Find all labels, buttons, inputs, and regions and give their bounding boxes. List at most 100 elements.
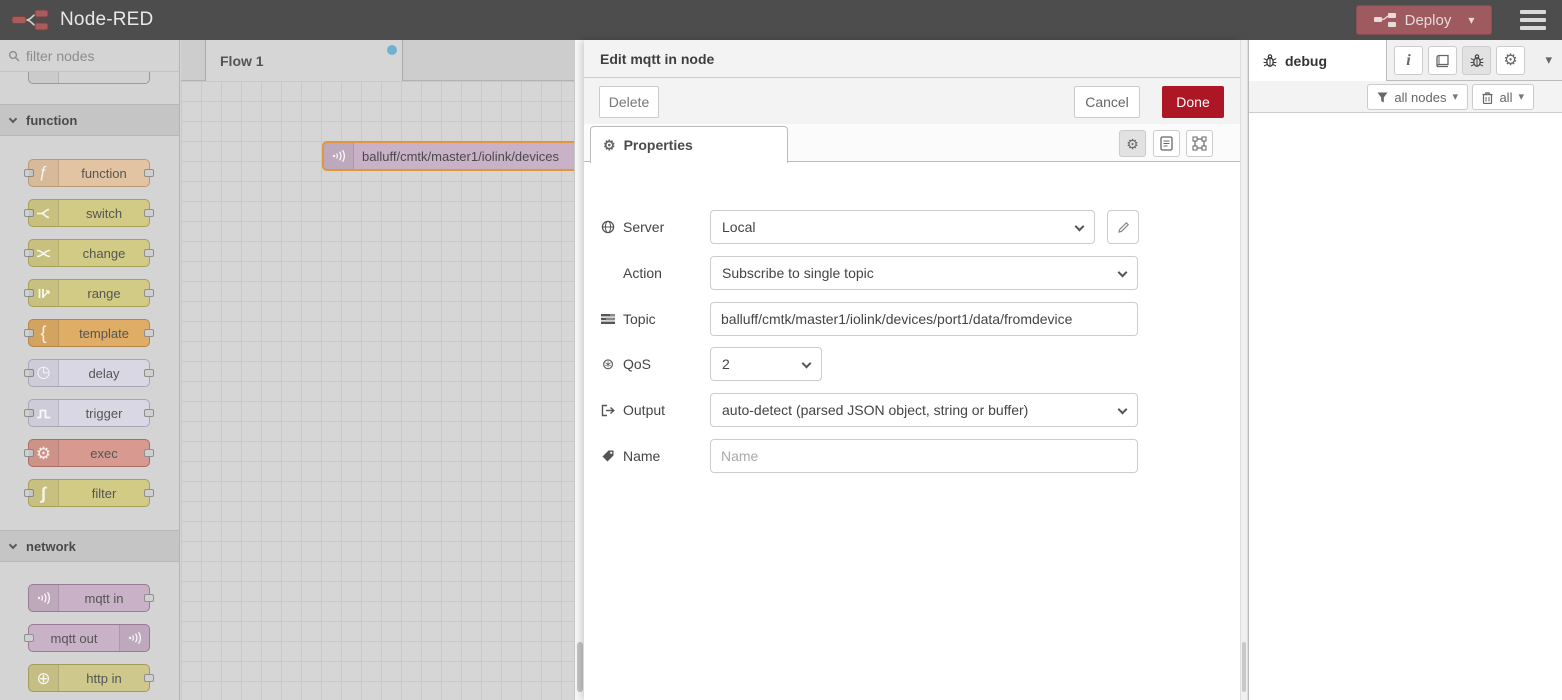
delete-button[interactable]: Delete bbox=[599, 86, 659, 118]
separator-grip[interactable] bbox=[1242, 642, 1246, 692]
workspace-tabbar: Flow 1 bbox=[181, 40, 574, 81]
output-select[interactable]: auto-detect (parsed JSON object, string … bbox=[710, 393, 1138, 427]
tray-tabrow: ⚙ Properties ⚙ bbox=[584, 124, 1240, 162]
done-button[interactable]: Done bbox=[1162, 86, 1224, 118]
main-menu-button[interactable] bbox=[1520, 10, 1546, 30]
palette-node-delay[interactable]: ◷ delay bbox=[28, 359, 150, 387]
function-icon: ƒ bbox=[29, 160, 59, 186]
gear-icon: ⚙ bbox=[603, 138, 616, 152]
palette-node-switch[interactable]: switch bbox=[28, 199, 150, 227]
topic-label: Topic bbox=[600, 311, 710, 327]
deploy-button[interactable]: Deploy ▾ bbox=[1356, 5, 1492, 35]
debug-filter-button[interactable]: all nodes ▾ bbox=[1367, 84, 1468, 110]
info-tab-button[interactable]: i bbox=[1394, 46, 1423, 75]
action-select[interactable]: Subscribe to single topic bbox=[710, 256, 1138, 290]
name-input[interactable] bbox=[710, 439, 1138, 473]
tab-flow-1[interactable]: Flow 1 bbox=[205, 40, 403, 81]
chevron-down-icon bbox=[9, 114, 17, 122]
palette-filter-placeholder: filter nodes bbox=[26, 48, 94, 64]
flow-canvas[interactable]: balluff/cmtk/master1/iolink/devices bbox=[181, 81, 574, 700]
field-row-action: Action Subscribe to single topic bbox=[600, 256, 1138, 290]
exec-gear-icon: ⚙ bbox=[29, 440, 59, 466]
app-header: Node-RED Deploy ▾ bbox=[0, 0, 1562, 40]
caret-down-icon: ▾ bbox=[1518, 92, 1524, 103]
palette-node-http-in[interactable]: ⊕ http in bbox=[28, 664, 150, 692]
palette-scroll-area[interactable]: function ƒ function switch bbox=[0, 72, 179, 700]
search-icon bbox=[8, 50, 20, 62]
palette-category-function[interactable]: function bbox=[0, 104, 179, 136]
qos-select[interactable]: 2 bbox=[710, 347, 822, 381]
deploy-icon bbox=[1374, 13, 1396, 27]
palette-node-mqtt-out[interactable]: mqtt out bbox=[28, 624, 150, 652]
output-port[interactable] bbox=[144, 449, 154, 457]
globe-icon bbox=[600, 220, 616, 234]
palette-node-template[interactable]: { template bbox=[28, 319, 150, 347]
edit-server-button[interactable] bbox=[1107, 210, 1139, 244]
palette-node-partial[interactable] bbox=[28, 72, 150, 84]
help-tab-button[interactable] bbox=[1428, 46, 1457, 75]
output-port[interactable] bbox=[144, 594, 154, 602]
range-icon bbox=[29, 280, 59, 306]
wifi-icon bbox=[324, 143, 354, 169]
output-port[interactable] bbox=[144, 369, 154, 377]
output-port[interactable] bbox=[144, 409, 154, 417]
edit-node-tray: Edit mqtt in node Delete Cancel Done ⚙ P… bbox=[584, 40, 1240, 700]
output-port[interactable] bbox=[144, 489, 154, 497]
server-select[interactable]: Local bbox=[710, 210, 1095, 244]
node-settings-button[interactable]: ⚙ bbox=[1119, 130, 1146, 157]
output-port[interactable] bbox=[144, 249, 154, 257]
change-icon bbox=[29, 240, 59, 266]
deploy-caret-icon[interactable]: ▾ bbox=[1468, 14, 1474, 26]
config-nodes-tab-button[interactable]: ⚙ bbox=[1496, 46, 1525, 75]
field-row-output: Output auto-detect (parsed JSON object, … bbox=[600, 393, 1138, 427]
name-label: Name bbox=[600, 448, 710, 464]
palette-node-trigger[interactable]: trigger bbox=[28, 399, 150, 427]
field-row-topic: Topic bbox=[600, 302, 1138, 336]
book-icon bbox=[1435, 54, 1450, 68]
tab-properties[interactable]: ⚙ Properties bbox=[590, 126, 788, 163]
node-appearance-button[interactable] bbox=[1186, 130, 1213, 157]
palette-category-network[interactable]: network bbox=[0, 530, 179, 562]
deploy-label: Deploy bbox=[1405, 12, 1452, 29]
debug-message-list[interactable] bbox=[1249, 113, 1562, 700]
node-icon bbox=[29, 72, 59, 83]
switch-icon bbox=[29, 200, 59, 226]
funnel-icon bbox=[1377, 92, 1388, 103]
output-select-value: auto-detect (parsed JSON object, string … bbox=[722, 402, 1028, 418]
canvas-scrollbar[interactable] bbox=[574, 40, 584, 700]
canvas-node-label: balluff/cmtk/master1/iolink/devices bbox=[362, 143, 559, 169]
bug-icon bbox=[1263, 53, 1277, 68]
modified-indicator-dot bbox=[387, 45, 397, 55]
qos-label: ⊛ QoS bbox=[600, 356, 710, 372]
trigger-pulse-icon bbox=[29, 400, 59, 426]
palette-filter[interactable]: filter nodes bbox=[0, 40, 179, 72]
palette-node-mqtt-in[interactable]: mqtt in bbox=[28, 584, 150, 612]
palette-node-change[interactable]: change bbox=[28, 239, 150, 267]
caret-down-icon: ▾ bbox=[1452, 92, 1458, 103]
qos-icon: ⊛ bbox=[600, 357, 616, 372]
output-port[interactable] bbox=[144, 209, 154, 217]
palette-node-function[interactable]: ƒ function bbox=[28, 159, 150, 187]
wifi-icon bbox=[29, 585, 59, 611]
palette-node-range[interactable]: range bbox=[28, 279, 150, 307]
properties-tab-label: Properties bbox=[624, 137, 693, 153]
tab-debug[interactable]: debug bbox=[1249, 40, 1387, 81]
debug-tab-button[interactable] bbox=[1462, 46, 1491, 75]
output-port[interactable] bbox=[144, 329, 154, 337]
gear-icon: ⚙ bbox=[1126, 137, 1139, 151]
palette-node-exec[interactable]: ⚙ exec bbox=[28, 439, 150, 467]
chevron-down-icon bbox=[9, 540, 17, 548]
output-port[interactable] bbox=[144, 289, 154, 297]
sidebar-menu-caret[interactable]: ▾ bbox=[1545, 53, 1552, 66]
node-description-button[interactable] bbox=[1153, 130, 1180, 157]
palette-node-filter[interactable]: ∫ filter bbox=[28, 479, 150, 507]
category-label: function bbox=[26, 113, 77, 128]
sidebar-separator[interactable] bbox=[1240, 40, 1248, 700]
output-port[interactable] bbox=[144, 674, 154, 682]
globe-icon: ⊕ bbox=[29, 665, 59, 691]
topic-input[interactable] bbox=[710, 302, 1138, 336]
debug-clear-button[interactable]: all ▾ bbox=[1472, 84, 1534, 110]
output-port[interactable] bbox=[144, 169, 154, 177]
canvas-scrollbar-thumb[interactable] bbox=[577, 642, 583, 692]
cancel-button[interactable]: Cancel bbox=[1074, 86, 1140, 118]
